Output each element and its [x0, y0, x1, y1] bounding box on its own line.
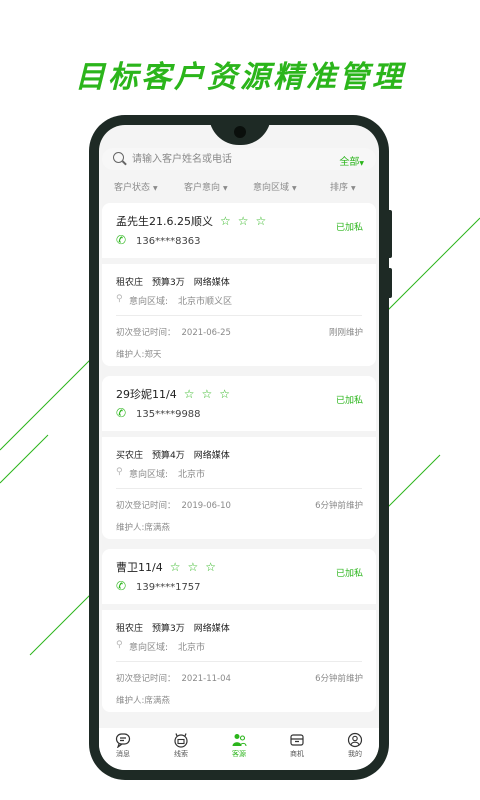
app-screen: 全部▼ 客户状态▼ 客户意向▼ 意向区域▼ 排序▼ 孟先生21.6.25顺义☆☆… — [99, 125, 379, 770]
caret-down-icon: ▼ — [292, 185, 297, 192]
filter-intent-area[interactable]: 意向区域 ▼ — [253, 180, 297, 193]
tab-label: 客源 — [232, 750, 246, 758]
location-pin-icon: ⚲ — [116, 467, 123, 477]
tag: 网络媒体 — [193, 278, 230, 288]
maintainer: 维护人:郑天 — [116, 350, 162, 360]
customer-name: 孟先生21.6.25顺义 ☆ ☆ ☆ — [116, 214, 267, 228]
tab-leads[interactable]: 线索 — [161, 732, 201, 759]
customer-name: 29珍妮11/4 ☆ ☆ ☆ — [116, 387, 230, 401]
customer-card[interactable]: 29珍妮11/4 ☆ ☆ ☆ 已加私 ✆ 135****9988 买农庄 预算4万 网络媒… — [102, 376, 376, 539]
filter-customer-status[interactable]: 客户状态 ▼ — [114, 180, 158, 193]
tag: 预算3万 — [152, 624, 185, 634]
phone-icon[interactable]: ✆ — [116, 579, 130, 593]
last-maintained: 刚刚维护 — [328, 328, 363, 338]
leads-icon — [174, 733, 188, 748]
customer-card[interactable]: 曹卫11/4 ☆ ☆ ☆ 已加私 ✆ 139****1757 租农庄 预算3万 网络媒体 … — [102, 549, 376, 712]
phone-icon[interactable]: ✆ — [116, 406, 130, 420]
phone-side-button — [387, 268, 392, 298]
intent-area: 意向区域: 北京市 — [129, 470, 206, 480]
phone-icon[interactable]: ✆ — [116, 233, 130, 247]
customer-phone[interactable]: 139****1757 — [136, 582, 201, 593]
status-badge: 已加私 — [335, 223, 363, 233]
tab-label: 商机 — [290, 750, 304, 758]
star-icon[interactable]: ☆ — [170, 560, 181, 574]
intent-area: 意向区域: 北京市顺义区 — [129, 297, 233, 307]
star-icon[interactable]: ☆ — [238, 214, 249, 228]
search-bar: 全部▼ — [102, 148, 376, 170]
tab-profile[interactable]: 我的 — [335, 732, 375, 759]
customer-tags: 买农庄 预算4万 网络媒体 — [116, 448, 239, 461]
tag: 网络媒体 — [193, 451, 230, 461]
caret-down-icon: ▼ — [359, 160, 364, 167]
customer-name: 曹卫11/4 ☆ ☆ ☆ — [116, 560, 216, 574]
maintainer: 维护人:席满燕 — [116, 523, 170, 533]
caret-down-icon: ▼ — [153, 185, 158, 192]
phone-side-button — [387, 210, 392, 258]
star-icon[interactable]: ☆ — [219, 387, 230, 401]
profile-icon — [347, 732, 363, 748]
last-maintained: 6分钟前维护 — [315, 501, 363, 511]
divider — [116, 488, 362, 489]
tab-customers[interactable]: 客源 — [219, 732, 259, 759]
tag: 网络媒体 — [193, 624, 230, 634]
divider — [102, 258, 376, 264]
search-icon — [113, 152, 124, 163]
divider — [102, 431, 376, 437]
filter-sort[interactable]: 排序 ▼ — [330, 180, 356, 193]
star-icon[interactable]: ☆ — [256, 214, 267, 228]
star-icon[interactable]: ☆ — [205, 560, 216, 574]
tag: 买农庄 — [116, 451, 144, 461]
divider — [116, 661, 362, 662]
customer-phone[interactable]: 136****8363 — [136, 236, 201, 247]
tab-business[interactable]: 商机 — [277, 732, 317, 759]
customer-tags: 租农庄 预算3万 网络媒体 — [116, 621, 239, 634]
intent-area: 意向区域: 北京市 — [129, 643, 206, 653]
tab-label: 我的 — [348, 750, 362, 758]
tag: 租农庄 — [116, 624, 144, 634]
caret-down-icon: ▼ — [351, 185, 356, 192]
customer-phone[interactable]: 135****9988 — [136, 409, 201, 420]
bottom-tab-bar: 消息 线索 客源 商机 我的 — [99, 728, 379, 770]
tab-label: 消息 — [116, 750, 130, 758]
customer-card[interactable]: 孟先生21.6.25顺义 ☆ ☆ ☆ 已加私 ✆ 136****8363 租农庄 预算3… — [102, 203, 376, 366]
tab-message[interactable]: 消息 — [103, 732, 143, 759]
star-icon[interactable]: ☆ — [220, 214, 231, 228]
star-icon[interactable]: ☆ — [201, 387, 212, 401]
last-maintained: 6分钟前维护 — [315, 674, 363, 684]
first-register-date: 初次登记时间： 2019-06-10 — [116, 501, 231, 511]
customer-tags: 租农庄 预算3万 网络媒体 — [116, 275, 239, 288]
search-input[interactable] — [132, 150, 312, 168]
star-icon[interactable]: ☆ — [184, 387, 195, 401]
search-scope-dropdown[interactable]: 全部▼ — [339, 153, 364, 168]
status-badge: 已加私 — [335, 569, 363, 579]
status-badge: 已加私 — [335, 396, 363, 406]
filter-customer-intent[interactable]: 客户意向 ▼ — [184, 180, 228, 193]
divider — [102, 604, 376, 610]
first-register-date: 初次登记时间： 2021-06-25 — [116, 328, 231, 338]
tag: 租农庄 — [116, 278, 144, 288]
location-pin-icon: ⚲ — [116, 294, 123, 304]
customers-icon — [232, 734, 247, 747]
camera-icon — [234, 126, 246, 138]
tab-label: 线索 — [174, 750, 188, 758]
divider — [116, 315, 362, 316]
tag: 预算4万 — [152, 451, 185, 461]
location-pin-icon: ⚲ — [116, 640, 123, 650]
star-icon[interactable]: ☆ — [187, 560, 198, 574]
caret-down-icon: ▼ — [223, 185, 228, 192]
maintainer: 维护人:席满燕 — [116, 696, 170, 706]
filter-bar: 客户状态 ▼ 客户意向 ▼ 意向区域 ▼ 排序 ▼ — [99, 180, 379, 198]
tag: 预算3万 — [152, 278, 185, 288]
business-icon — [290, 734, 304, 746]
message-icon — [115, 733, 131, 748]
first-register-date: 初次登记时间： 2021-11-04 — [116, 674, 231, 684]
